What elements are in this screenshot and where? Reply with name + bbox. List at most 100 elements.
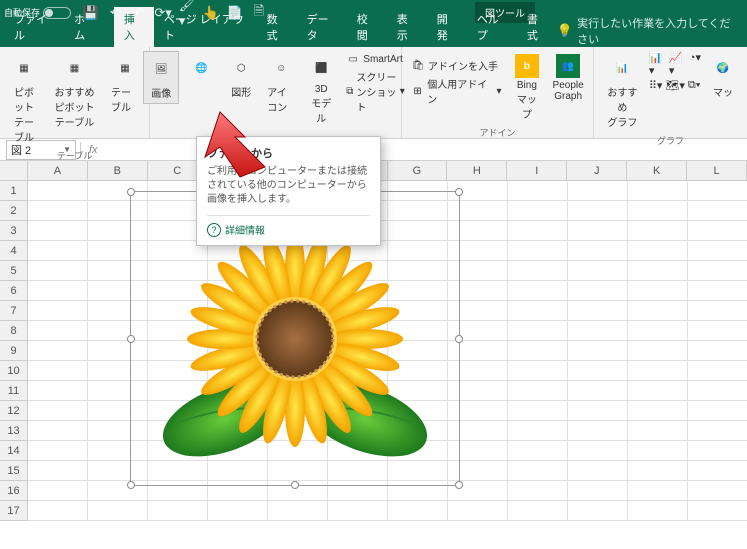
- cell[interactable]: [28, 361, 88, 381]
- insert-image-button[interactable]: 🖼画像: [143, 51, 179, 104]
- redo-icon[interactable]: ⟳▾: [155, 5, 171, 21]
- cell[interactable]: [28, 301, 88, 321]
- get-addins-button[interactable]: 🛍アドインを入手: [408, 57, 505, 74]
- cell[interactable]: [688, 321, 747, 341]
- people-graph-button[interactable]: 👥People Graph: [549, 51, 587, 105]
- bar-chart-icon[interactable]: 📊▾: [649, 51, 666, 77]
- cell[interactable]: [388, 501, 448, 521]
- cell[interactable]: [508, 181, 568, 201]
- cell[interactable]: [568, 341, 628, 361]
- cell[interactable]: [628, 281, 688, 301]
- cell[interactable]: [508, 201, 568, 221]
- row-header[interactable]: 7: [0, 301, 28, 321]
- cell[interactable]: [568, 421, 628, 441]
- cell[interactable]: [508, 301, 568, 321]
- cell[interactable]: [508, 501, 568, 521]
- cell[interactable]: [28, 221, 88, 241]
- cell[interactable]: [568, 281, 628, 301]
- screenshot-button[interactable]: ⧉スクリーンショット ▾: [343, 68, 407, 115]
- pdf-icon[interactable]: 📄: [227, 5, 243, 21]
- cell[interactable]: [508, 321, 568, 341]
- row-header[interactable]: 2: [0, 201, 28, 221]
- cell[interactable]: [688, 381, 747, 401]
- cell[interactable]: [628, 461, 688, 481]
- cell[interactable]: [628, 381, 688, 401]
- tab-view[interactable]: 表示: [387, 7, 427, 47]
- row-header[interactable]: 10: [0, 361, 28, 381]
- cell[interactable]: [508, 241, 568, 261]
- cell[interactable]: [508, 341, 568, 361]
- cell[interactable]: [688, 441, 747, 461]
- cell[interactable]: [628, 261, 688, 281]
- cell[interactable]: [28, 481, 88, 501]
- cell[interactable]: [688, 401, 747, 421]
- cell[interactable]: [28, 501, 88, 521]
- cell[interactable]: [568, 241, 628, 261]
- row-header[interactable]: 13: [0, 421, 28, 441]
- preview-icon[interactable]: 🗎: [251, 5, 267, 21]
- cell[interactable]: [628, 201, 688, 221]
- cell[interactable]: [688, 501, 747, 521]
- select-all-corner[interactable]: [0, 161, 28, 180]
- cell[interactable]: [688, 261, 747, 281]
- cell[interactable]: [568, 201, 628, 221]
- cell[interactable]: [688, 221, 747, 241]
- cell[interactable]: [628, 361, 688, 381]
- cell[interactable]: [148, 501, 208, 521]
- cell[interactable]: [28, 381, 88, 401]
- cell[interactable]: [508, 281, 568, 301]
- cell[interactable]: [688, 341, 747, 361]
- cell[interactable]: [628, 301, 688, 321]
- cell[interactable]: [688, 241, 747, 261]
- cell[interactable]: [628, 501, 688, 521]
- cell[interactable]: [88, 501, 148, 521]
- cell[interactable]: [28, 441, 88, 461]
- cell[interactable]: [28, 401, 88, 421]
- tab-review[interactable]: 校閲: [347, 7, 387, 47]
- cell[interactable]: [568, 501, 628, 521]
- cell[interactable]: [28, 461, 88, 481]
- row-header[interactable]: 9: [0, 341, 28, 361]
- cell[interactable]: [688, 181, 747, 201]
- cell[interactable]: [508, 441, 568, 461]
- cell[interactable]: [28, 261, 88, 281]
- cell[interactable]: [508, 401, 568, 421]
- touch-icon[interactable]: 👆: [203, 5, 219, 21]
- cell[interactable]: [568, 181, 628, 201]
- cell[interactable]: [508, 481, 568, 501]
- cell[interactable]: [28, 341, 88, 361]
- cell[interactable]: [628, 241, 688, 261]
- cell[interactable]: [28, 241, 88, 261]
- cell[interactable]: [568, 361, 628, 381]
- combo-chart-icon[interactable]: ⧉▾: [688, 79, 700, 92]
- recommended-pivot-button[interactable]: ▦おすすめ ピボットテーブル: [46, 51, 103, 132]
- hier-chart-icon[interactable]: ◔▾: [689, 51, 701, 77]
- cell[interactable]: [448, 501, 508, 521]
- cell[interactable]: [568, 221, 628, 241]
- cell[interactable]: [688, 481, 747, 501]
- col-header[interactable]: A: [28, 161, 88, 180]
- cell[interactable]: [508, 461, 568, 481]
- smartart-button[interactable]: ▭SmartArt: [343, 51, 407, 67]
- tab-format[interactable]: 書式: [517, 7, 557, 47]
- cell[interactable]: [628, 441, 688, 461]
- cell[interactable]: [628, 421, 688, 441]
- cell[interactable]: [508, 261, 568, 281]
- cell[interactable]: [628, 401, 688, 421]
- map-button[interactable]: 🌍マッ: [705, 51, 741, 102]
- cell[interactable]: [628, 481, 688, 501]
- cell[interactable]: [28, 181, 88, 201]
- cell[interactable]: [628, 181, 688, 201]
- cell[interactable]: [568, 321, 628, 341]
- line-chart-icon[interactable]: 📈▾: [669, 51, 686, 77]
- col-header[interactable]: G: [388, 161, 448, 180]
- cell[interactable]: [688, 361, 747, 381]
- row-header[interactable]: 16: [0, 481, 28, 501]
- col-header[interactable]: B: [88, 161, 148, 180]
- autosave-toggle[interactable]: [43, 7, 71, 19]
- recommended-charts-button[interactable]: 📊おすすめ グラフ: [600, 51, 645, 132]
- geo-chart-icon[interactable]: 🗺▾: [665, 79, 685, 92]
- cell[interactable]: [28, 201, 88, 221]
- cell[interactable]: [628, 341, 688, 361]
- col-header[interactable]: J: [567, 161, 627, 180]
